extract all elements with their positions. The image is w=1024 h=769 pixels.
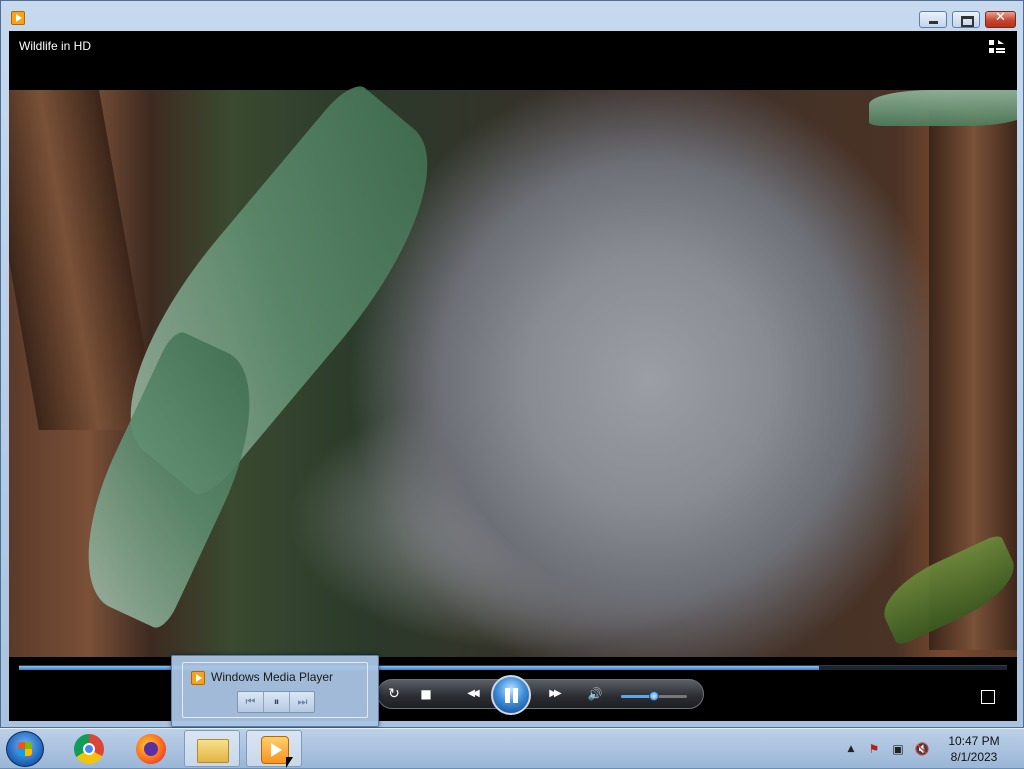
chrome-icon — [74, 734, 104, 764]
thumbnail-frame: Windows Media Player ⏮ ⏸ ⏭ — [182, 662, 368, 718]
playback-controls: ↻ ■ ◀◀ ▶▶ 🔊 — [9, 675, 1017, 721]
previous-icon[interactable]: ◀◀ — [457, 682, 487, 706]
fullscreen-icon[interactable] — [981, 690, 995, 704]
pause-button[interactable] — [491, 675, 531, 715]
thumbnail-toolbar: ⏮ ⏸ ⏭ — [237, 691, 315, 713]
seek-progress — [19, 666, 820, 670]
thumbnail-title: Windows Media Player — [211, 670, 334, 684]
seek-bar[interactable] — [19, 665, 1007, 670]
taskbar: ▲ ⚑ ▣ 🔇 10:47 PM 8/1/2023 — [0, 728, 1024, 768]
video-frame[interactable] — [9, 77, 1017, 657]
close-icon: ✕ — [995, 10, 1006, 25]
show-hidden-icons-icon[interactable]: ▲ — [843, 741, 859, 757]
volume-muted-icon[interactable]: 🔇 — [914, 741, 930, 757]
clock-date: 8/1/2023 — [950, 750, 998, 764]
thumbnail-next-icon[interactable]: ⏭ — [290, 692, 315, 712]
next-icon[interactable]: ▶▶ — [539, 682, 569, 706]
clock-time: 10:47 PM — [948, 734, 1000, 748]
media-player-window: ✕ Wildlife in HD ↻ ■ ◀◀ ▶▶ 🔊 Windows Med… — [0, 0, 1024, 728]
taskbar-file-explorer[interactable] — [184, 730, 240, 767]
volume-knob[interactable] — [649, 691, 659, 701]
network-icon[interactable]: ▣ — [890, 741, 906, 757]
taskbar-thumbnail-preview[interactable]: Windows Media Player ⏮ ⏸ ⏭ — [171, 655, 379, 727]
repeat-icon[interactable]: ↻ — [382, 682, 406, 706]
maximize-button[interactable] — [952, 11, 980, 28]
volume-slider[interactable] — [621, 691, 687, 701]
switch-to-library-icon[interactable] — [989, 40, 1005, 54]
taskbar-windows-media-player[interactable] — [246, 730, 302, 767]
close-button[interactable]: ✕ — [985, 10, 1016, 28]
mouse-cursor — [286, 757, 293, 768]
windows-media-player-icon[interactable] — [11, 11, 25, 25]
folder-icon — [197, 739, 229, 763]
firefox-icon — [136, 734, 166, 764]
clock[interactable]: 10:47 PM 8/1/2023 — [934, 733, 1014, 765]
minimize-button[interactable] — [919, 11, 947, 28]
windows-media-player-icon — [191, 671, 205, 685]
title-bar[interactable]: ✕ — [1, 1, 1023, 31]
taskbar-chrome[interactable] — [60, 730, 116, 767]
taskbar-firefox[interactable] — [122, 730, 178, 767]
stop-icon[interactable]: ■ — [414, 682, 438, 706]
video-content — [869, 90, 1017, 126]
player-area[interactable]: Wildlife in HD ↻ ■ ◀◀ ▶▶ 🔊 — [9, 31, 1017, 721]
action-center-flag-icon[interactable]: ⚑ — [866, 741, 882, 757]
start-button[interactable] — [6, 731, 44, 767]
windows-media-player-icon — [261, 736, 289, 764]
video-title: Wildlife in HD — [19, 39, 92, 53]
volume-icon[interactable]: 🔊 — [583, 682, 607, 706]
thumbnail-previous-icon[interactable]: ⏮ — [238, 692, 264, 712]
thumbnail-pause-icon[interactable]: ⏸ — [264, 692, 290, 712]
